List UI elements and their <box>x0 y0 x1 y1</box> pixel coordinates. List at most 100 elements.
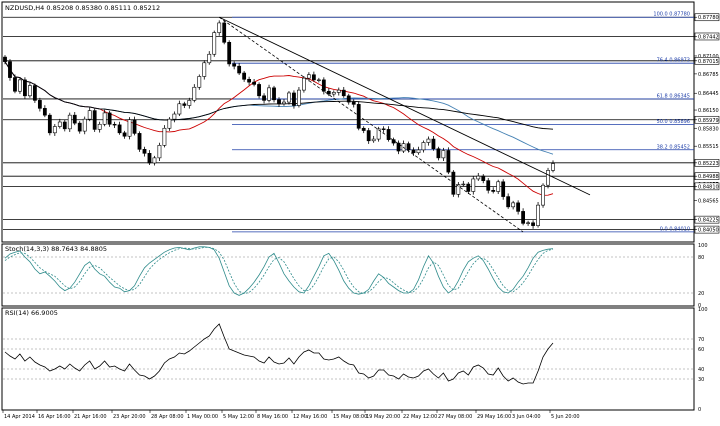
candle-body <box>207 53 212 64</box>
candle-body <box>232 63 237 67</box>
candle-body <box>346 95 351 103</box>
price-tick-label: 0.84565 <box>698 198 719 204</box>
candle-body <box>336 89 341 93</box>
rsi-tick-label: 40 <box>698 367 704 373</box>
x-tick-label: 5 May 12:00 <box>223 414 254 420</box>
candle-body <box>142 149 147 154</box>
stoch-tick-label: 100 <box>698 243 708 249</box>
candle-body <box>421 142 426 151</box>
candle-body <box>252 81 256 85</box>
candle-body <box>541 184 545 206</box>
candle-body <box>436 148 441 159</box>
candle-body <box>441 150 446 159</box>
candle-body <box>117 124 122 134</box>
candle-body <box>127 119 132 137</box>
candle-body <box>257 84 261 97</box>
stoch-tick-label: 20 <box>698 291 704 297</box>
price-tick-label: 0.87015 <box>698 59 719 65</box>
candle-body <box>476 175 481 180</box>
chart-header: NZDUSD,H4 0.85208 0.85380 0.85111 0.8521… <box>5 4 160 12</box>
candle-body <box>32 85 37 101</box>
candle-body <box>242 72 247 80</box>
price-tick-label: 0.86150 <box>698 108 719 114</box>
fibonacci-level-label: 100.0 0.87780 <box>653 12 690 18</box>
candle-body <box>386 129 391 140</box>
candle-body <box>222 22 227 43</box>
candle-body <box>351 101 356 105</box>
candle-body <box>13 77 17 92</box>
candle-body <box>361 127 366 131</box>
x-tick-label: 19 May 20:00 <box>366 414 400 420</box>
price-tick-label: 0.85515 <box>698 144 719 150</box>
candle-body <box>331 92 336 95</box>
chart-canvas: 100.0 0.87780 76.4 0.86973 61.8 0.86345 50.… <box>1 1 720 420</box>
candle-body <box>411 149 416 154</box>
candle-body <box>516 202 521 212</box>
x-tick-label: 15 May 08:00 <box>333 414 367 420</box>
candle-body <box>292 92 296 106</box>
candle-body <box>466 183 471 192</box>
x-tick-label: 3 Jun 04:00 <box>512 414 541 420</box>
price-tick-label: 0.87780 <box>698 15 719 21</box>
candle-body <box>72 114 77 124</box>
price-tick-label: 0.85223 <box>698 161 719 167</box>
rsi-tick-label: 0 <box>698 407 701 413</box>
candle-body <box>162 127 167 146</box>
rsi-panel <box>1 307 695 411</box>
candle-body <box>132 119 137 134</box>
x-tick-label: 12 May 16:00 <box>293 414 327 420</box>
candle-body <box>77 122 82 132</box>
candle-body <box>67 114 72 130</box>
candle-body <box>122 132 127 137</box>
price-tick-label: 0.86785 <box>698 72 719 78</box>
candle-body <box>546 170 550 186</box>
price-tick-label: 0.84988 <box>698 174 719 180</box>
candle-body <box>272 87 276 101</box>
candle-body <box>366 130 371 142</box>
candle-body <box>102 112 107 125</box>
candle-body <box>187 100 192 106</box>
candle-body <box>316 79 321 81</box>
candle-body <box>406 143 411 151</box>
candle-body <box>23 79 27 97</box>
candle-body <box>37 100 42 109</box>
rsi-tick-label: 100 <box>698 307 708 313</box>
candle-body <box>426 138 431 143</box>
candle-body <box>28 85 32 97</box>
candle-body <box>391 139 396 144</box>
fibonacci-level-label: 61.8 0.86345 <box>657 93 690 99</box>
chart-window: 100.0 0.87780 76.4 0.86973 61.8 0.86345 50.… <box>0 0 720 422</box>
candle-body <box>42 108 47 116</box>
candle-body <box>212 32 217 55</box>
x-tick-label: 1 May 00:00 <box>187 414 218 420</box>
candle-body <box>192 86 197 101</box>
candle-body <box>531 222 535 226</box>
candle-body <box>57 121 62 127</box>
price-tick-label: 0.85830 <box>698 126 719 132</box>
candle-body <box>82 118 87 132</box>
candle-body <box>152 157 157 164</box>
x-tick-label: 29 May 16:00 <box>477 414 511 420</box>
rsi-header: RSI(14) 66.9005 <box>5 309 58 317</box>
rsi-tick-label: 60 <box>698 347 704 353</box>
candle-body <box>182 103 187 106</box>
x-tick-label: 27 May 08:00 <box>438 414 472 420</box>
candle-body <box>157 145 162 159</box>
candle-body <box>197 76 202 88</box>
candle-body <box>506 196 511 208</box>
candle-body <box>302 77 306 91</box>
fibonacci-level-label: 38.2 0.85452 <box>657 144 690 150</box>
x-tick-label: 28 Apr 08:00 <box>151 414 184 420</box>
x-tick-label: 22 May 12:00 <box>403 414 437 420</box>
x-tick-label: 16 Apr 16:00 <box>38 414 71 420</box>
candle-body <box>277 99 281 105</box>
candle-body <box>416 149 421 154</box>
candle-body <box>287 92 291 103</box>
candle-body <box>217 22 222 33</box>
candle-body <box>471 178 476 192</box>
candle-body <box>97 123 102 130</box>
x-tick-label: 14 Apr 2014 <box>4 414 35 420</box>
candle-body <box>511 202 516 208</box>
candle-body <box>446 150 451 173</box>
candle-body <box>227 41 232 65</box>
